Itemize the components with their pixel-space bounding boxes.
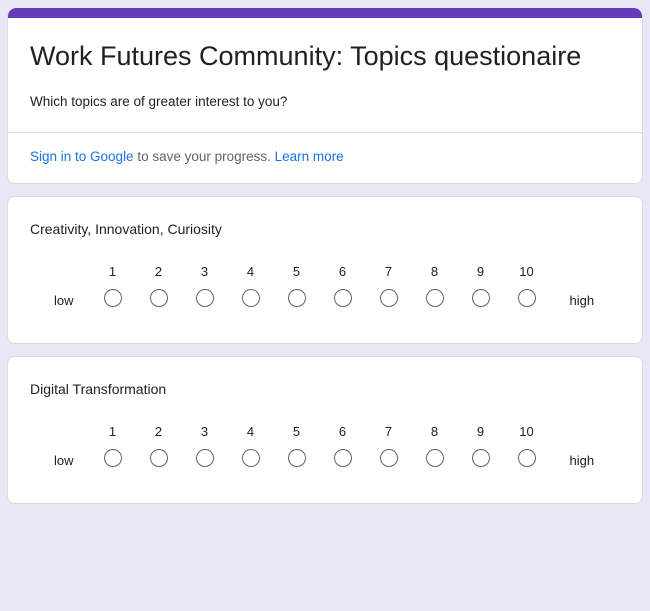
scale-number-2: 2 <box>154 424 163 439</box>
radio-button-6[interactable] <box>333 288 352 307</box>
radio-button-10[interactable] <box>517 448 536 467</box>
scale-number-3: 3 <box>200 264 209 279</box>
sign-in-to-google-link[interactable]: Sign in to Google <box>30 149 134 164</box>
linear-scale: 1 2 3 4 5 6 7 8 9 10 low high <box>30 421 620 477</box>
form-header-card: Work Futures Community: Topics questiona… <box>7 8 643 184</box>
scale-radio-cell-5[interactable] <box>274 283 320 317</box>
scale-number-4: 4 <box>246 424 255 439</box>
radio-button-1[interactable] <box>103 288 122 307</box>
scale-number-4: 4 <box>246 264 255 279</box>
scale-number-10: 10 <box>519 264 534 279</box>
scale-number-9: 9 <box>476 424 485 439</box>
radio-button-7[interactable] <box>379 448 398 467</box>
scale-number-6: 6 <box>338 424 347 439</box>
scale-radio-cell-3[interactable] <box>182 283 228 317</box>
scale-radio-cell-6[interactable] <box>320 283 366 317</box>
radio-button-2[interactable] <box>149 448 168 467</box>
signin-middle-text: to save your progress. <box>133 149 275 164</box>
scale-number-1: 1 <box>108 264 117 279</box>
question-title: Creativity, Innovation, Curiosity <box>30 221 222 237</box>
scale-high-label: high <box>569 292 595 308</box>
scale-number-5: 5 <box>292 424 301 439</box>
scale-radio-cell-1[interactable] <box>90 443 136 477</box>
scale-high-spacer <box>550 261 595 283</box>
question-title: Digital Transformation <box>30 381 167 397</box>
scale-number-6: 6 <box>338 264 347 279</box>
scale-number-3: 3 <box>200 424 209 439</box>
scale-radio-row: low high <box>50 283 594 317</box>
scale-number-5: 5 <box>292 264 301 279</box>
scale-low-label: low <box>54 452 74 468</box>
scale-number-row: 1 2 3 4 5 6 7 8 9 10 <box>50 261 594 283</box>
learn-more-link[interactable]: Learn more <box>275 149 344 164</box>
scale-number-row: 1 2 3 4 5 6 7 8 9 10 <box>50 421 594 443</box>
scale-high-label: high <box>569 452 595 468</box>
scale-radio-cell-9[interactable] <box>458 283 504 317</box>
radio-button-3[interactable] <box>195 448 214 467</box>
question-card: Creativity, Innovation, Curiosity 1 2 3 … <box>7 196 643 344</box>
scale-radio-cell-10[interactable] <box>504 283 550 317</box>
radio-button-10[interactable] <box>517 288 536 307</box>
radio-button-4[interactable] <box>241 448 260 467</box>
scale-radio-cell-8[interactable] <box>412 283 458 317</box>
scale-number-1: 1 <box>108 424 117 439</box>
scale-radio-cell-7[interactable] <box>366 283 412 317</box>
scale-radio-cell-4[interactable] <box>228 283 274 317</box>
form-description: Which topics are of greater interest to … <box>30 94 288 109</box>
linear-scale: 1 2 3 4 5 6 7 8 9 10 low high <box>30 261 620 317</box>
radio-button-6[interactable] <box>333 448 352 467</box>
scale-radio-cell-8[interactable] <box>412 443 458 477</box>
scale-number-7: 7 <box>384 424 393 439</box>
scale-low-spacer <box>50 421 90 443</box>
radio-button-5[interactable] <box>287 448 306 467</box>
linear-scale-table: 1 2 3 4 5 6 7 8 9 10 low high <box>50 421 594 477</box>
scale-radio-cell-1[interactable] <box>90 283 136 317</box>
scale-number-9: 9 <box>476 264 485 279</box>
form-header-body: Work Futures Community: Topics questiona… <box>8 18 642 132</box>
radio-button-5[interactable] <box>287 288 306 307</box>
radio-button-3[interactable] <box>195 288 214 307</box>
page-title: Work Futures Community: Topics questiona… <box>30 41 582 71</box>
scale-radio-cell-6[interactable] <box>320 443 366 477</box>
radio-button-1[interactable] <box>103 448 122 467</box>
scale-radio-cell-7[interactable] <box>366 443 412 477</box>
scale-number-8: 8 <box>430 264 439 279</box>
scale-number-7: 7 <box>384 264 393 279</box>
question-card: Digital Transformation 1 2 3 4 5 6 7 8 9… <box>7 356 643 504</box>
form-accent-bar <box>8 8 642 18</box>
scale-radio-cell-2[interactable] <box>136 283 182 317</box>
scale-radio-cell-9[interactable] <box>458 443 504 477</box>
radio-button-2[interactable] <box>149 288 168 307</box>
radio-button-4[interactable] <box>241 288 260 307</box>
scale-number-2: 2 <box>154 264 163 279</box>
scale-radio-cell-3[interactable] <box>182 443 228 477</box>
scale-radio-cell-10[interactable] <box>504 443 550 477</box>
scale-number-10: 10 <box>519 424 534 439</box>
scale-radio-cell-5[interactable] <box>274 443 320 477</box>
form-container: Work Futures Community: Topics questiona… <box>7 0 643 504</box>
scale-radio-cell-4[interactable] <box>228 443 274 477</box>
scale-low-spacer <box>50 261 90 283</box>
radio-button-7[interactable] <box>379 288 398 307</box>
scale-low-label: low <box>54 292 74 308</box>
scale-radio-row: low high <box>50 443 594 477</box>
scale-number-8: 8 <box>430 424 439 439</box>
radio-button-9[interactable] <box>471 288 490 307</box>
radio-button-8[interactable] <box>425 288 444 307</box>
radio-button-9[interactable] <box>471 448 490 467</box>
linear-scale-table: 1 2 3 4 5 6 7 8 9 10 low high <box>50 261 594 317</box>
scale-high-spacer <box>550 421 595 443</box>
radio-button-8[interactable] <box>425 448 444 467</box>
signin-notice: Sign in to Google to save your progress.… <box>8 133 642 183</box>
scale-radio-cell-2[interactable] <box>136 443 182 477</box>
